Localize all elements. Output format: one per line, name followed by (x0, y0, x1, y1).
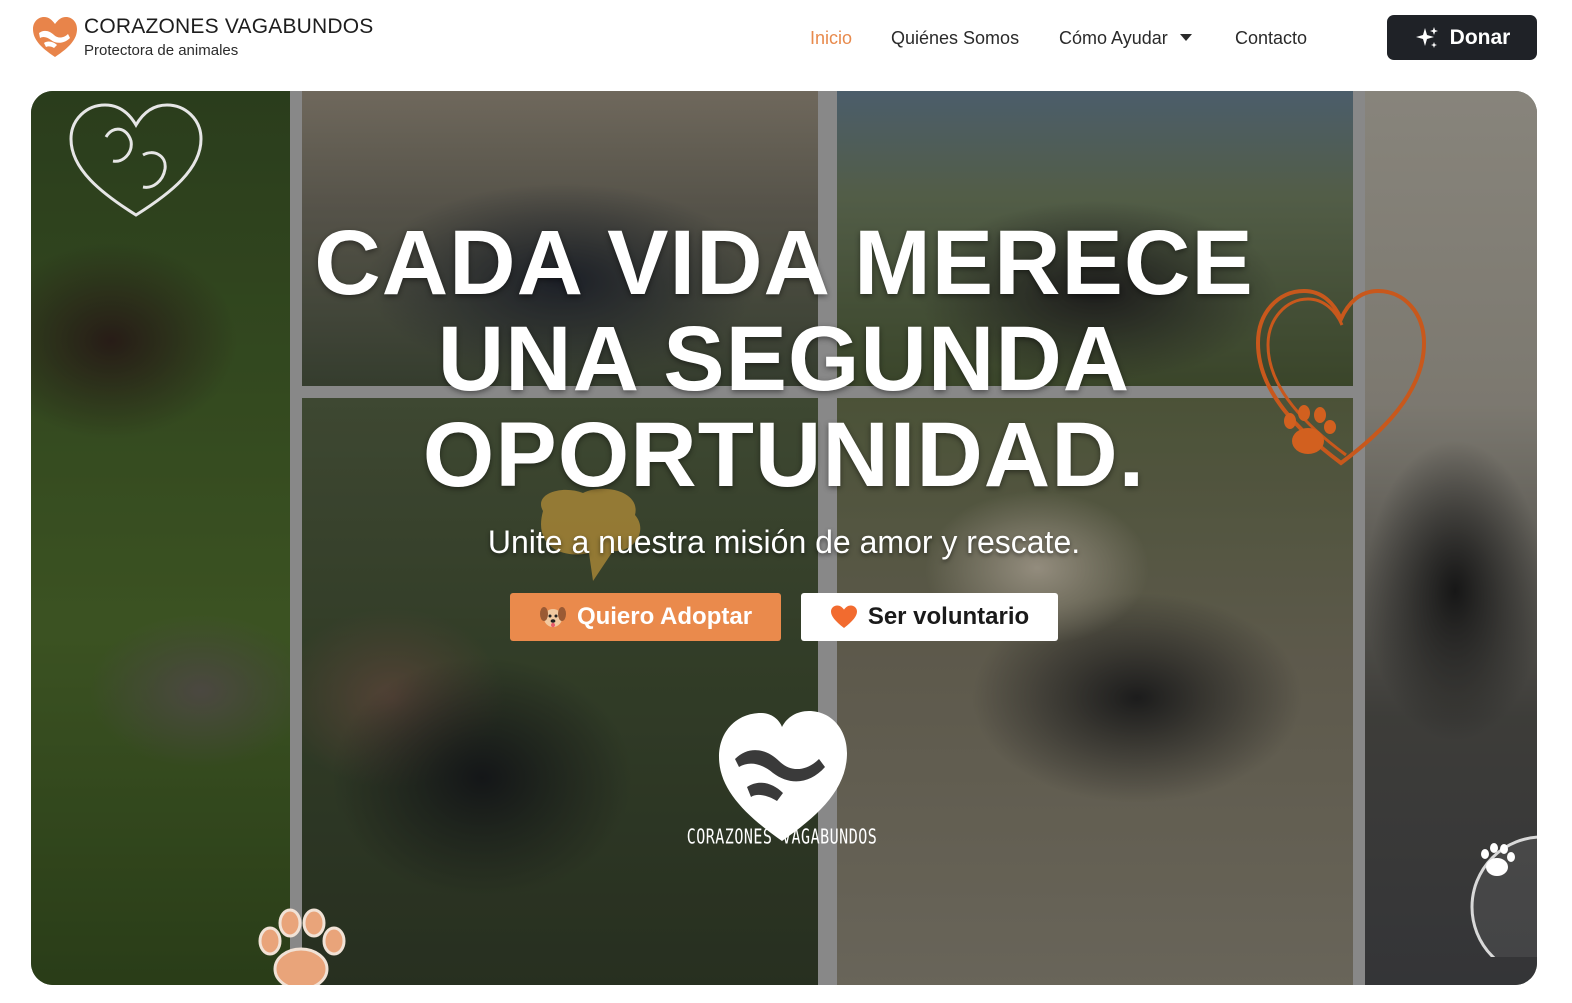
hero-title: CADA VIDA MERECE UNA SEGUNDA OPORTUNIDAD… (31, 215, 1537, 503)
main-nav: Inicio Quiénes Somos Cómo Ayudar Contact… (0, 26, 1572, 50)
nav-item-contacto[interactable]: Contacto (1235, 26, 1307, 50)
nav-item-como-ayudar-label: Cómo Ayudar (1059, 28, 1168, 48)
hero-title-line: UNA SEGUNDA (437, 308, 1131, 410)
orange-heart-icon (830, 604, 858, 630)
donate-label: Donar (1449, 25, 1511, 49)
sparkle-icon (1415, 26, 1438, 48)
center-logo-text: CORAZONES VAGABUNDOS (686, 824, 878, 850)
volunteer-button[interactable]: Ser voluntario (801, 593, 1058, 641)
volunteer-label: Ser voluntario (867, 603, 1030, 630)
hero-title-line: CADA VIDA MERECE (314, 212, 1254, 314)
adopt-label: Quiero Adoptar (576, 603, 753, 630)
donate-button[interactable]: Donar (1387, 15, 1537, 60)
hero-content: CADA VIDA MERECE UNA SEGUNDA OPORTUNIDAD… (31, 91, 1537, 985)
nav-item-quienes-somos[interactable]: Quiénes Somos (891, 26, 1019, 50)
adopt-button[interactable]: Quiero Adoptar (510, 593, 781, 641)
hero-banner: CADA VIDA MERECE UNA SEGUNDA OPORTUNIDAD… (31, 91, 1537, 985)
hero-title-line: OPORTUNIDAD. (422, 404, 1146, 506)
chevron-down-icon (1179, 33, 1192, 41)
hero-subtitle: Unite a nuestra misión de amor y rescate… (487, 524, 1081, 560)
site-header: CORAZONES VAGABUNDOS Protectora de anima… (0, 0, 1572, 78)
nav-item-como-ayudar[interactable]: Cómo Ayudar (1059, 26, 1192, 50)
nav-item-inicio[interactable]: Inicio (810, 26, 852, 50)
dog-face-icon (539, 603, 567, 631)
